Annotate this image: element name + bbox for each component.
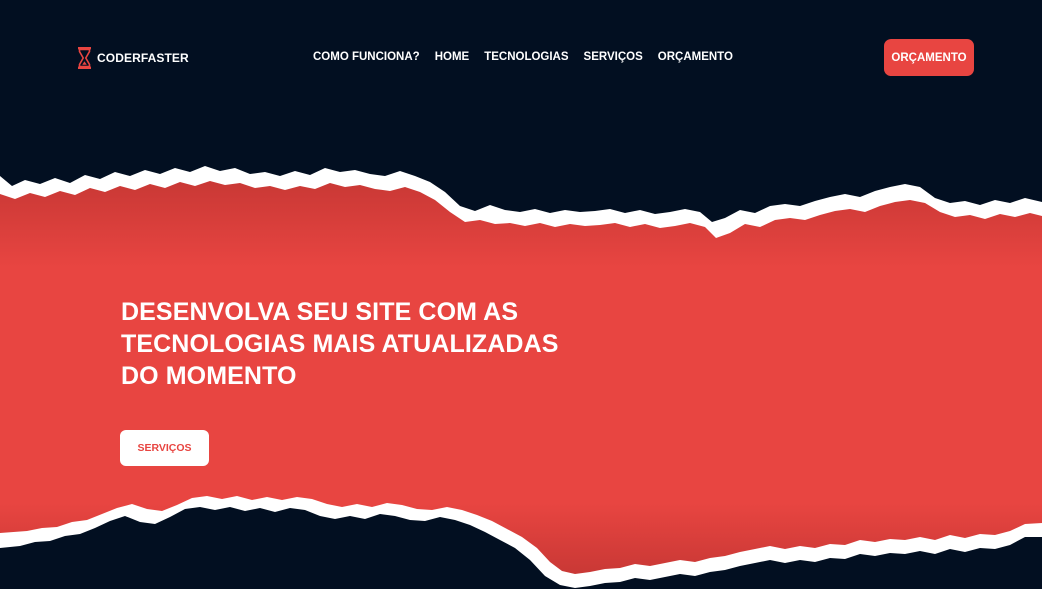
orcamento-button[interactable]: ORÇAMENTO bbox=[884, 39, 974, 76]
site-header: CODERFASTER COMO FUNCIONA? HOME TECNOLOG… bbox=[0, 0, 1042, 116]
hero-title: DESENVOLVA SEU SITE COM AS TECNOLOGIAS M… bbox=[121, 296, 559, 392]
hero-title-line: DO MOMENTO bbox=[121, 362, 297, 390]
nav-item-tecnologias[interactable]: TECNOLOGIAS bbox=[484, 51, 568, 63]
hero-title-line: DESENVOLVA SEU SITE COM AS bbox=[121, 298, 519, 326]
nav-item-home[interactable]: HOME bbox=[435, 51, 470, 63]
main-nav: COMO FUNCIONA? HOME TECNOLOGIAS SERVIÇOS… bbox=[313, 51, 733, 63]
brand-logo[interactable]: CODERFASTER bbox=[77, 46, 189, 70]
hero-title-line: TECNOLOGIAS MAIS ATUALIZADAS bbox=[121, 330, 559, 358]
servicos-button[interactable]: SERVIÇOS bbox=[120, 430, 209, 466]
landing-page: CODERFASTER COMO FUNCIONA? HOME TECNOLOG… bbox=[0, 0, 1042, 589]
nav-item-servicos[interactable]: SERVIÇOS bbox=[584, 51, 643, 63]
brand-name: CODERFASTER bbox=[97, 51, 189, 65]
nav-item-orcamento[interactable]: ORÇAMENTO bbox=[658, 51, 733, 63]
hourglass-icon bbox=[78, 47, 91, 69]
nav-item-como-funciona[interactable]: COMO FUNCIONA? bbox=[313, 51, 420, 63]
